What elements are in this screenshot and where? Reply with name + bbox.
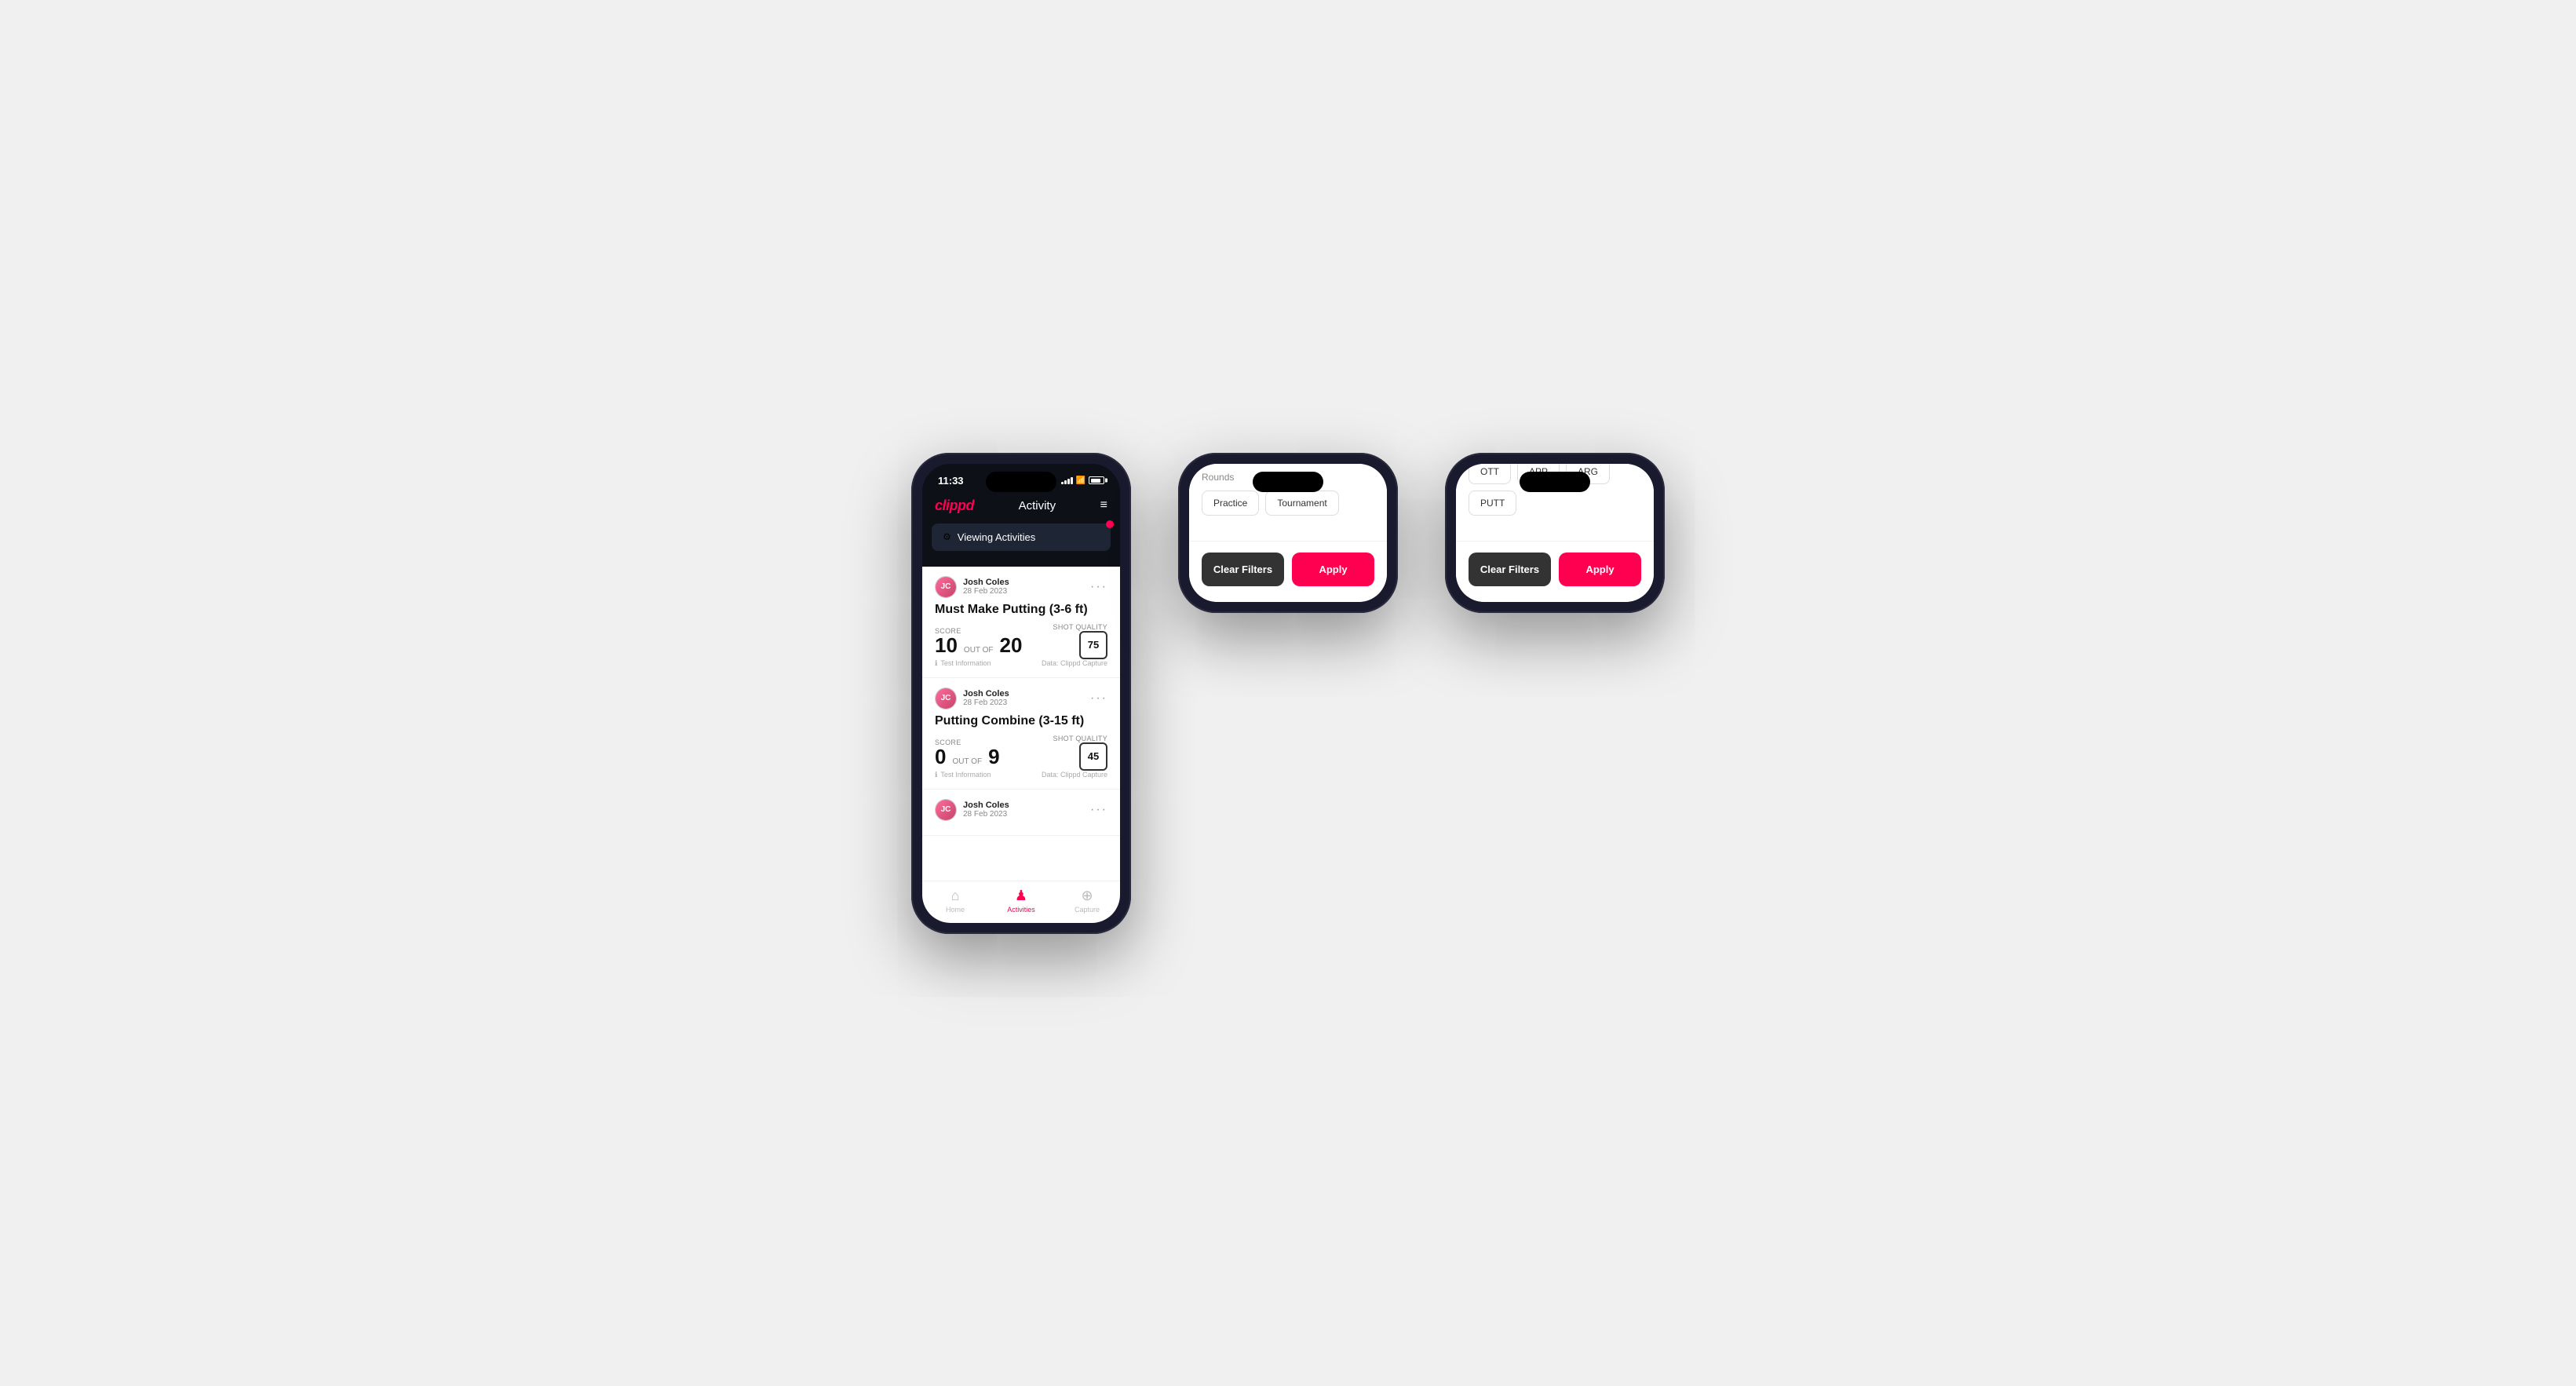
- phone-1: 11:33 📶 clippd Activity: [911, 453, 1131, 934]
- stats-row-2: Score 0 OUT OF 9 Shot Quality: [935, 735, 1107, 771]
- filter-pill-putt-3[interactable]: PUTT: [1469, 491, 1516, 516]
- status-time-1: 11:33: [938, 475, 964, 487]
- nav-home-label-1: Home: [946, 906, 965, 914]
- user-date-2: 28 Feb 2023: [963, 698, 1009, 707]
- home-icon-1: ⌂: [951, 888, 960, 904]
- user-info-2: JC Josh Coles 28 Feb 2023: [935, 688, 1009, 709]
- shots-value-2: 9: [988, 746, 999, 767]
- shot-quality-value-2: 45: [1088, 750, 1099, 762]
- dynamic-island-2: [1253, 472, 1323, 492]
- user-name-2: Josh Coles: [963, 689, 1009, 698]
- filter-pill-tournament-2[interactable]: Tournament: [1265, 491, 1338, 516]
- nav-capture-1[interactable]: ⊕ Capture: [1064, 888, 1111, 914]
- user-details-3: Josh Coles 28 Feb 2023: [963, 801, 1009, 819]
- nav-capture-label-1: Capture: [1075, 906, 1100, 914]
- avatar-img-2: JC: [936, 688, 956, 709]
- screen-content-1: JC Josh Coles 28 Feb 2023 ··· Must Make …: [922, 567, 1120, 881]
- phone-2-screen: 11:33 📶 cl: [1189, 464, 1387, 602]
- viewing-banner-dot-1: [1106, 520, 1114, 528]
- data-source-1: Data: Clippd Capture: [1042, 659, 1107, 667]
- card-header-3: JC Josh Coles 28 Feb 2023 ···: [935, 799, 1107, 821]
- shot-quality-label-2: Shot Quality: [1053, 735, 1107, 742]
- bottom-nav-1: ⌂ Home ♟ Activities ⊕ Capture: [922, 881, 1120, 923]
- data-source-2: Data: Clippd Capture: [1042, 771, 1107, 779]
- stats-row-1: Score 10 OUT OF 20 Shot Qualit: [935, 623, 1107, 659]
- app-header-1: clippd Activity ≡: [922, 491, 1120, 523]
- signal-bar-1: [1061, 482, 1064, 484]
- outof-2: OUT OF: [952, 757, 982, 766]
- user-info-1: JC Josh Coles 28 Feb 2023: [935, 576, 1009, 598]
- viewing-banner-1[interactable]: ⚙ Viewing Activities: [932, 523, 1111, 551]
- capture-icon-1: ⊕: [1081, 888, 1093, 904]
- phone-2: 11:33 📶 cl: [1178, 453, 1398, 613]
- activity-card-3: JC Josh Coles 28 Feb 2023 ···: [922, 790, 1120, 836]
- filter-pill-practice-2[interactable]: Practice: [1202, 491, 1259, 516]
- menu-icon-1[interactable]: ≡: [1100, 498, 1107, 512]
- modal-footer-2: Clear Filters Apply: [1189, 541, 1387, 602]
- score-value-1: 10: [935, 635, 958, 655]
- logo-1: clippd: [935, 498, 974, 514]
- avatar-2: JC: [935, 688, 957, 709]
- user-details-1: Josh Coles 28 Feb 2023: [963, 578, 1009, 596]
- card-header-2: JC Josh Coles 28 Feb 2023 ···: [935, 688, 1107, 709]
- user-name-1: Josh Coles: [963, 578, 1009, 587]
- signal-bar-4: [1071, 477, 1073, 484]
- shot-quality-badge-2: 45: [1079, 742, 1107, 771]
- phone-3-screen: 11:33 📶 cl: [1456, 464, 1654, 602]
- signal-bar-2: [1064, 480, 1067, 484]
- battery-fill-1: [1091, 479, 1100, 483]
- signal-bar-3: [1067, 479, 1070, 484]
- outof-1: OUT OF: [964, 646, 994, 655]
- nav-home-1[interactable]: ⌂ Home: [932, 888, 979, 914]
- apply-button-3[interactable]: Apply: [1559, 553, 1641, 586]
- user-date-3: 28 Feb 2023: [963, 810, 1009, 819]
- activity-card-2: JC Josh Coles 28 Feb 2023 ··· Putting Co…: [922, 678, 1120, 790]
- shot-quality-badge-1: 75: [1079, 631, 1107, 659]
- apply-button-2[interactable]: Apply: [1292, 553, 1374, 586]
- status-icons-1: 📶: [1061, 476, 1104, 485]
- modal-footer-3: Clear Filters Apply: [1456, 541, 1654, 602]
- user-name-3: Josh Coles: [963, 801, 1009, 810]
- avatar-img-3: JC: [936, 800, 956, 820]
- card-header-1: JC Josh Coles 28 Feb 2023 ···: [935, 576, 1107, 598]
- shot-quality-label-1: Shot Quality: [1053, 623, 1107, 631]
- activity-title-2: Putting Combine (3-15 ft): [935, 714, 1107, 728]
- avatar-3: JC: [935, 799, 957, 821]
- card-footer-1: ℹ Test Information Data: Clippd Capture: [935, 659, 1107, 668]
- user-info-3: JC Josh Coles 28 Feb 2023: [935, 799, 1009, 821]
- more-dots-1[interactable]: ···: [1090, 580, 1107, 594]
- more-dots-2[interactable]: ···: [1090, 691, 1107, 706]
- avatar-img-1: JC: [936, 577, 956, 597]
- user-details-2: Josh Coles 28 Feb 2023: [963, 689, 1009, 707]
- activities-icon-1: ♟: [1015, 888, 1027, 904]
- activity-card-1: JC Josh Coles 28 Feb 2023 ··· Must Make …: [922, 567, 1120, 678]
- test-info-1: ℹ Test Information: [935, 659, 991, 668]
- filter-pill-ott-3[interactable]: OTT: [1469, 464, 1511, 484]
- more-dots-3[interactable]: ···: [1090, 803, 1107, 817]
- viewing-banner-text-1: Viewing Activities: [958, 531, 1035, 543]
- battery-icon-1: [1089, 476, 1104, 484]
- user-date-1: 28 Feb 2023: [963, 587, 1009, 596]
- header-title-1: Activity: [1019, 499, 1056, 512]
- avatar-1: JC: [935, 576, 957, 598]
- phone-1-screen: 11:33 📶 clippd Activity: [922, 464, 1120, 923]
- clear-filters-button-2[interactable]: Clear Filters: [1202, 553, 1284, 586]
- phones-container: 11:33 📶 clippd Activity: [911, 453, 1665, 934]
- nav-activities-1[interactable]: ♟ Activities: [998, 888, 1045, 914]
- dynamic-island-3: [1520, 472, 1590, 492]
- dynamic-island-1: [986, 472, 1056, 492]
- wifi-icon-1: 📶: [1076, 476, 1085, 485]
- phone-3: 11:33 📶 cl: [1445, 453, 1665, 613]
- test-info-2: ℹ Test Information: [935, 771, 991, 779]
- signal-bars-1: [1061, 476, 1073, 484]
- clear-filters-button-3[interactable]: Clear Filters: [1469, 553, 1551, 586]
- filter-icon-1: ⚙: [943, 531, 951, 542]
- score-value-2: 0: [935, 746, 946, 767]
- card-footer-2: ℹ Test Information Data: Clippd Capture: [935, 771, 1107, 779]
- shot-quality-value-1: 75: [1088, 639, 1099, 651]
- activity-title-1: Must Make Putting (3-6 ft): [935, 603, 1107, 617]
- shots-value-1: 20: [1000, 635, 1023, 655]
- nav-activities-label-1: Activities: [1007, 906, 1035, 914]
- rounds-pills-2: Practice Tournament: [1202, 491, 1374, 516]
